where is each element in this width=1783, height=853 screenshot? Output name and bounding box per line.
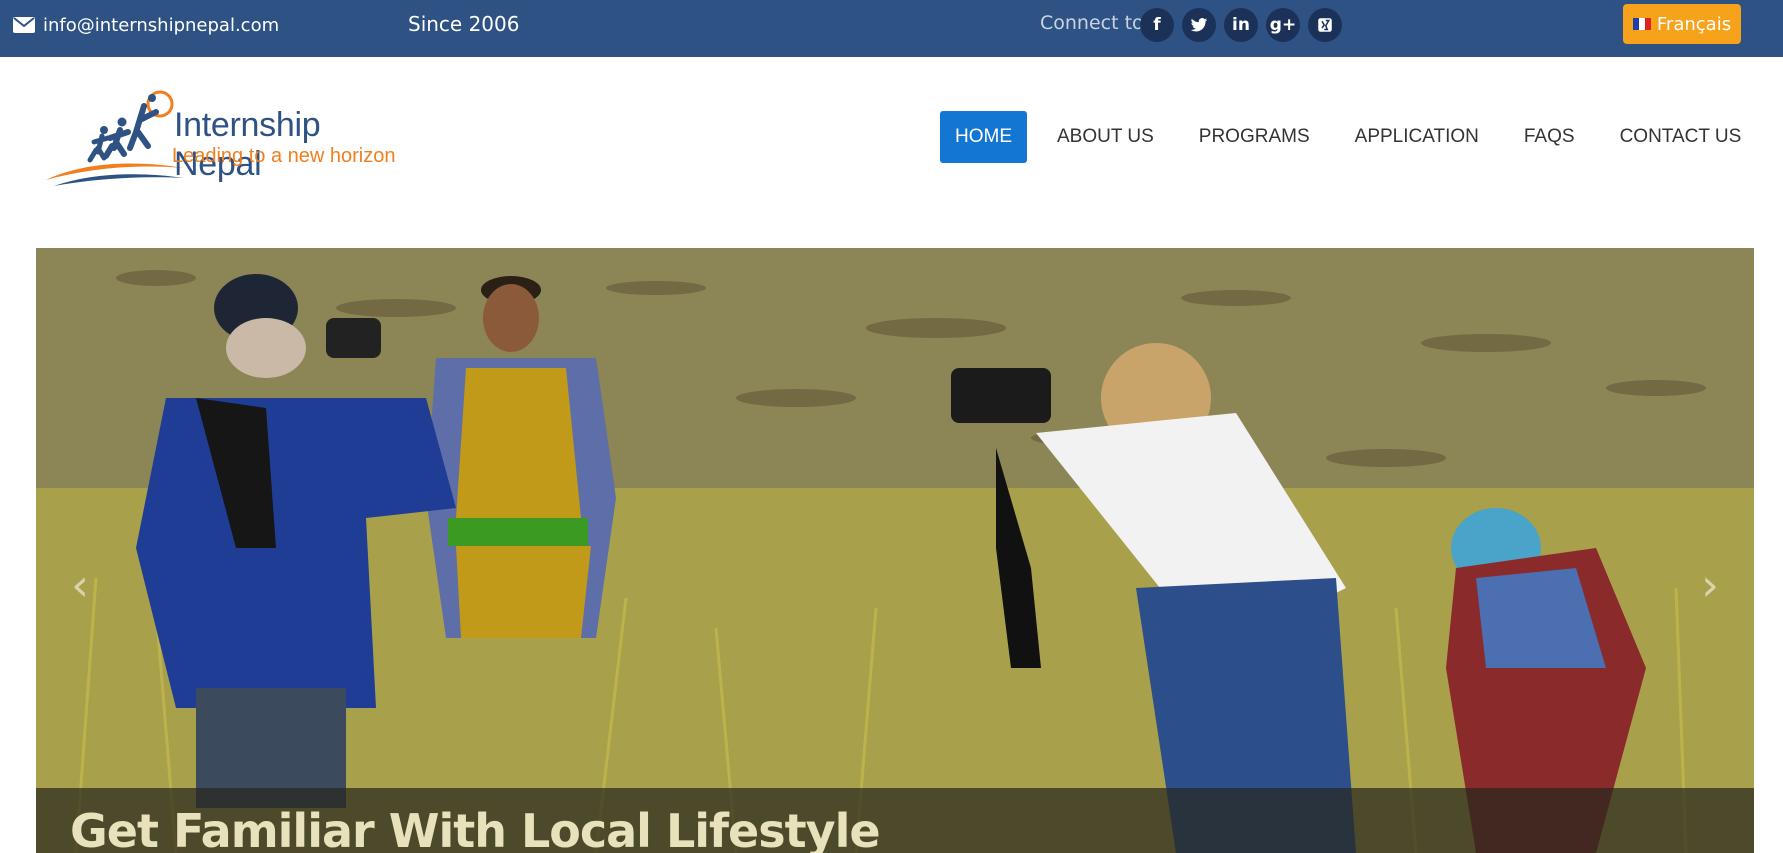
nav-item-application[interactable]: APPLICATION	[1340, 111, 1494, 163]
email-text: info@internshipnepal.com	[43, 14, 280, 36]
social-links: f in g+	[1140, 8, 1342, 42]
google-plus-icon[interactable]: g+	[1266, 8, 1300, 42]
site-logo[interactable]: Internship Nepal Leading to a new horizo…	[44, 86, 414, 190]
nav-item-about-us[interactable]: ABOUT US	[1042, 111, 1169, 163]
language-label: Français	[1656, 13, 1732, 35]
language-button[interactable]: Français	[1623, 4, 1741, 44]
main-nav: HOME ABOUT US PROGRAMS APPLICATION FAQS …	[940, 111, 1756, 163]
caption-bar: Get Familiar With Local Lifestyle	[36, 788, 1754, 853]
logo-tagline: Leading to a new horizon	[172, 145, 396, 167]
nav-item-programs[interactable]: PROGRAMS	[1184, 111, 1325, 163]
logo-figures-icon	[46, 90, 184, 186]
hero-image	[36, 248, 1754, 853]
envelope-icon	[13, 17, 35, 33]
chevron-left-icon[interactable]: ‹	[60, 558, 100, 614]
linkedin-icon[interactable]: in	[1224, 8, 1258, 42]
facebook-icon[interactable]: f	[1140, 8, 1174, 42]
slide-caption: Get Familiar With Local Lifestyle	[70, 804, 881, 853]
france-flag-icon	[1632, 18, 1651, 30]
nav-item-contact-us[interactable]: CONTACT US	[1605, 111, 1757, 163]
nav-item-home[interactable]: HOME	[940, 111, 1027, 163]
twitter-icon[interactable]	[1182, 8, 1216, 42]
xing-icon[interactable]	[1308, 8, 1342, 42]
hero-slider: ‹ › Get Familiar With Local Lifestyle	[36, 248, 1754, 853]
top-bar: info@internshipnepal.com Since 2006 Conn…	[0, 0, 1783, 57]
since-text: Since 2006	[408, 12, 520, 36]
email-link[interactable]: info@internshipnepal.com	[13, 13, 279, 37]
connect-label: Connect to:	[1040, 12, 1151, 34]
nav-item-faqs[interactable]: FAQS	[1509, 111, 1590, 163]
chevron-right-icon[interactable]: ›	[1690, 558, 1730, 614]
